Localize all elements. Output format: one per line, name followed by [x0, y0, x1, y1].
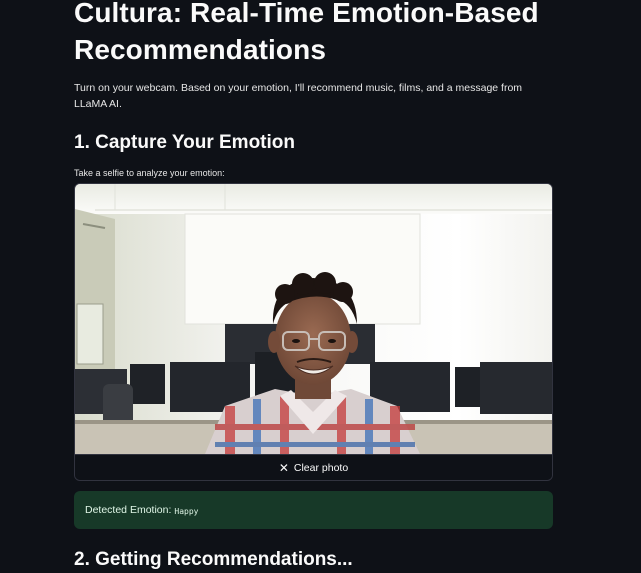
camera-input-label: Take a selfie to analyze your emotion:	[74, 168, 225, 178]
camera-input[interactable]: ✕ Clear photo	[74, 183, 553, 481]
close-icon: ✕	[278, 461, 289, 475]
capture-heading: 1. Capture Your Emotion	[74, 132, 295, 153]
recommendations-heading: 2. Getting Recommendations...	[74, 549, 353, 570]
page-title: Cultura: Real-Time Emotion-Based Recomme…	[74, 0, 539, 65]
detected-emotion-label: Detected Emotion:	[85, 504, 172, 516]
clear-photo-label: Clear photo	[293, 462, 349, 474]
app-page: Cultura: Real-Time Emotion-Based Recomme…	[0, 0, 641, 573]
clear-photo-button[interactable]: ✕ Clear photo	[75, 454, 552, 480]
intro-text: Turn on your webcam. Based on your emoti…	[74, 82, 523, 110]
captured-selfie-image	[75, 184, 552, 454]
detected-emotion-value: Happy	[174, 506, 199, 516]
detected-emotion-alert: Detected Emotion: Happy	[74, 491, 553, 529]
